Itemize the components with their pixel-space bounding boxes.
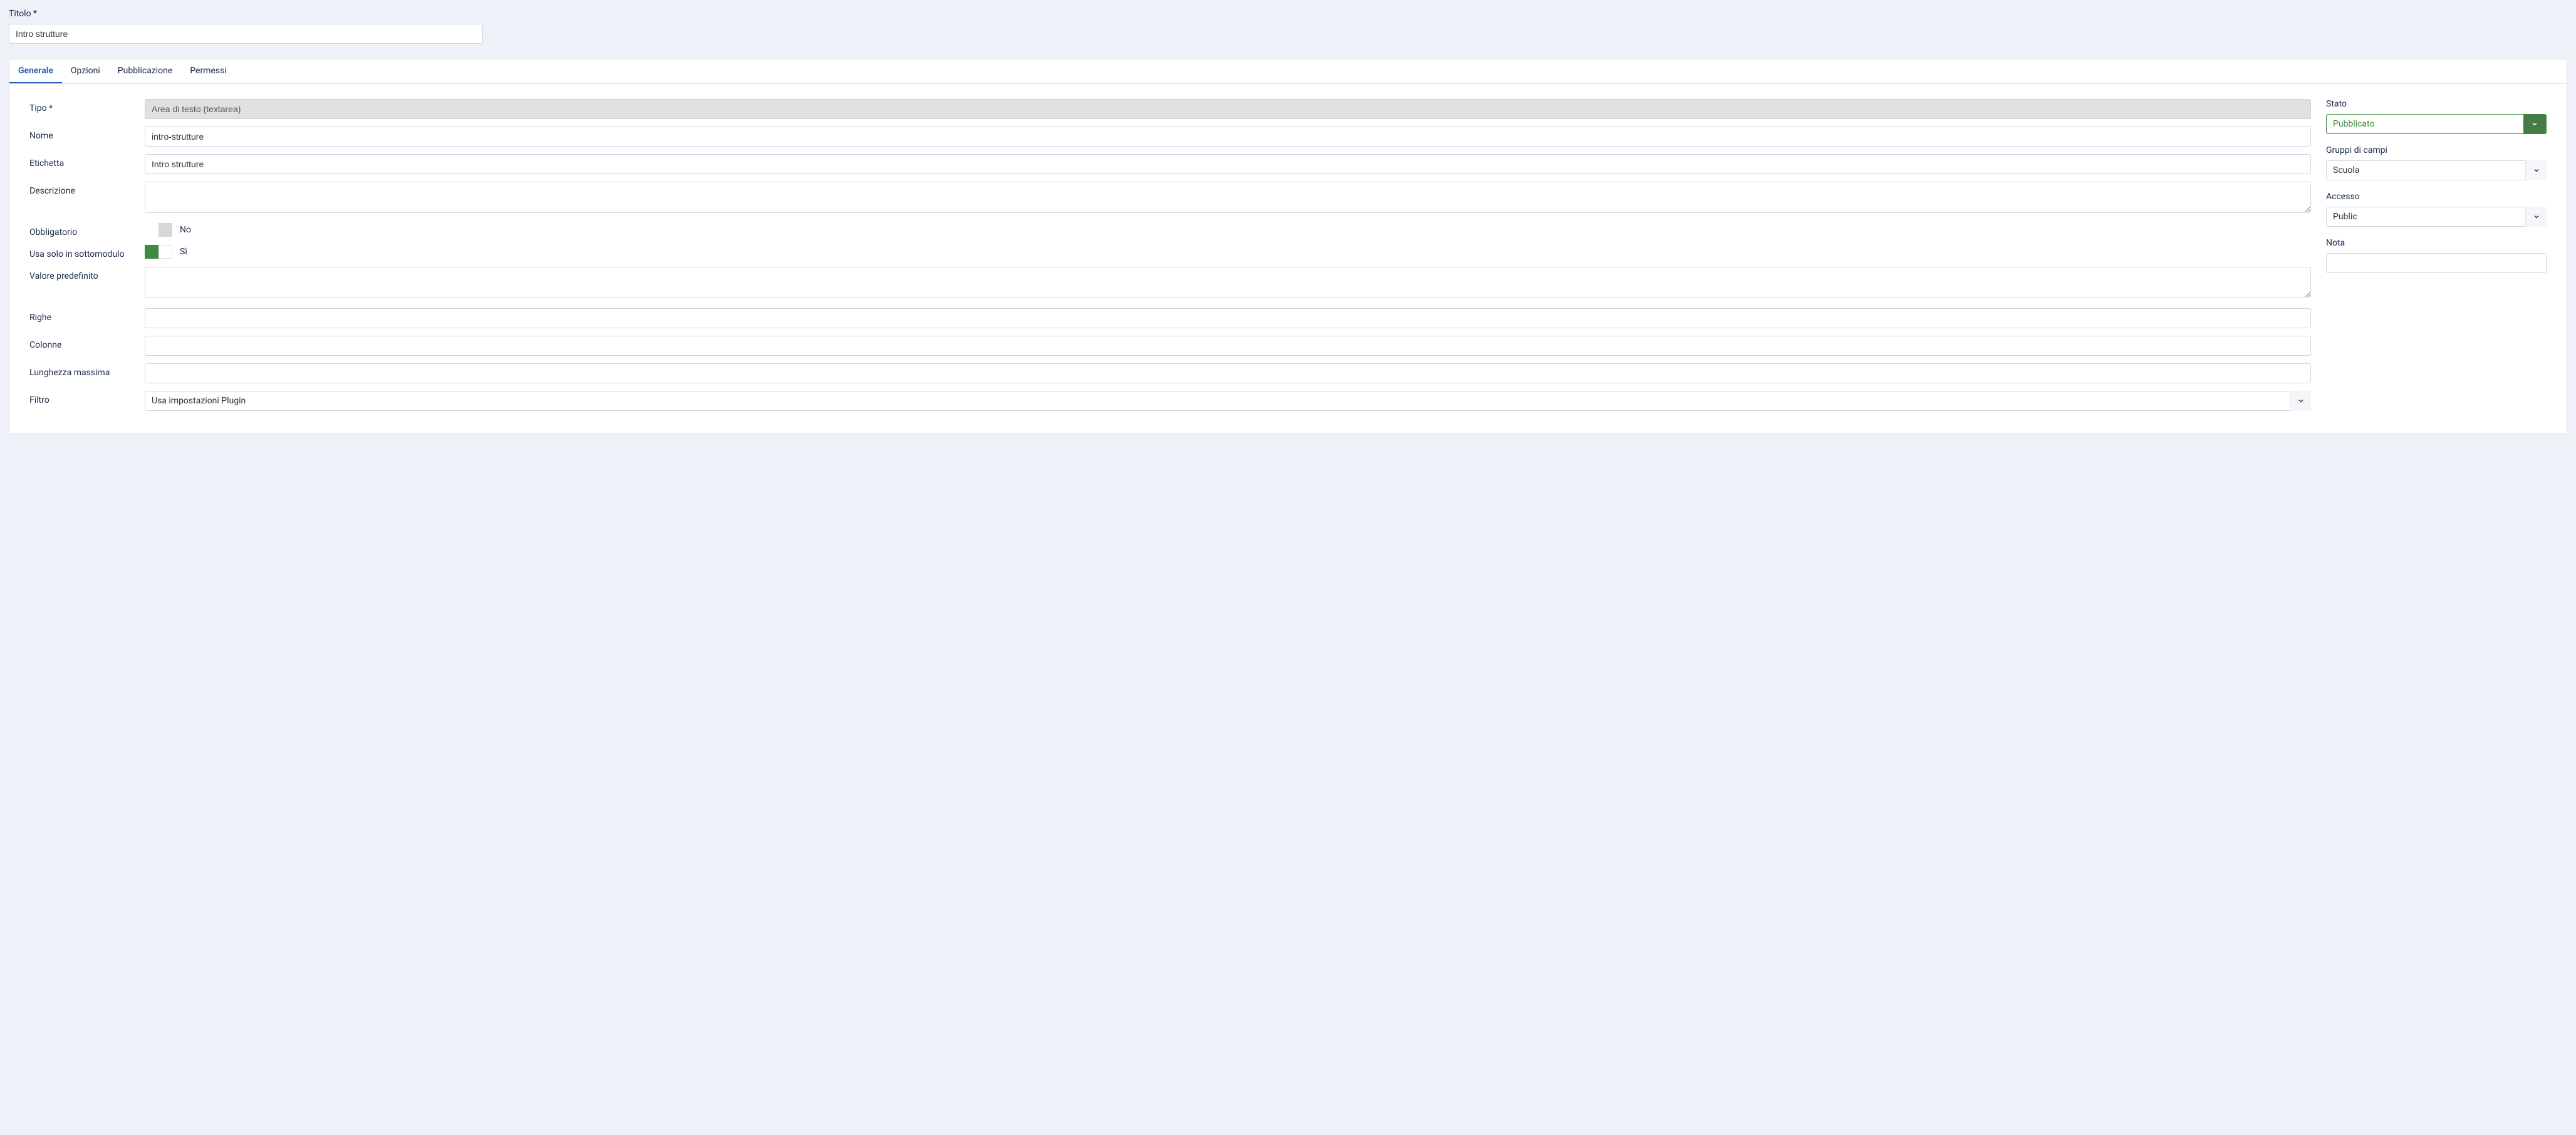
accesso-select[interactable]: Public bbox=[2326, 207, 2547, 227]
tipo-input bbox=[145, 99, 2311, 119]
etichetta-input[interactable] bbox=[145, 154, 2311, 174]
descrizione-label: Descrizione bbox=[29, 182, 145, 196]
tipo-label: Tipo * bbox=[29, 99, 145, 113]
tab-opzioni[interactable]: Opzioni bbox=[62, 60, 109, 83]
gruppi-value: Scuola bbox=[2333, 165, 2359, 175]
nome-label: Nome bbox=[29, 127, 145, 141]
righe-label: Righe bbox=[29, 308, 145, 323]
obbligatorio-label: Obbligatorio bbox=[29, 223, 145, 237]
filtro-select[interactable]: Usa impostazioni Plugin bbox=[145, 391, 2311, 411]
predefinito-textarea[interactable] bbox=[145, 267, 2311, 298]
gruppi-select[interactable]: Scuola bbox=[2326, 160, 2547, 180]
nome-input[interactable] bbox=[145, 127, 2311, 147]
tab-pubblicazione[interactable]: Pubblicazione bbox=[109, 60, 182, 83]
descrizione-textarea[interactable] bbox=[145, 182, 2311, 213]
stato-select[interactable]: Pubblicato bbox=[2326, 114, 2547, 134]
righe-input[interactable] bbox=[145, 308, 2311, 328]
filtro-label: Filtro bbox=[29, 391, 145, 405]
predefinito-label: Valore predefinito bbox=[29, 267, 145, 281]
chevron-down-icon bbox=[2525, 207, 2547, 227]
chevron-down-icon bbox=[2523, 115, 2546, 133]
form-main: Tipo * Nome Etichetta bbox=[29, 99, 2311, 411]
gruppi-label: Gruppi di campi bbox=[2326, 145, 2547, 155]
chevron-down-icon bbox=[2290, 391, 2311, 411]
colonne-input[interactable] bbox=[145, 336, 2311, 356]
accesso-label: Accesso bbox=[2326, 192, 2547, 202]
colonne-label: Colonne bbox=[29, 336, 145, 350]
sottomodulo-label: Usa solo in sottomodulo bbox=[29, 245, 145, 259]
stato-label: Stato bbox=[2326, 99, 2547, 109]
tab-generale[interactable]: Generale bbox=[9, 60, 62, 83]
lunghezza-label: Lunghezza massima bbox=[29, 363, 145, 378]
accesso-value: Public bbox=[2333, 212, 2357, 222]
obbligatorio-toggle[interactable] bbox=[145, 223, 172, 237]
sottomodulo-state: Sì bbox=[180, 247, 187, 257]
title-label: Titolo * bbox=[9, 9, 2567, 19]
title-input[interactable] bbox=[9, 24, 483, 44]
chevron-down-icon bbox=[2525, 160, 2547, 180]
tab-permessi[interactable]: Permessi bbox=[181, 60, 235, 83]
stato-value: Pubblicato bbox=[2327, 115, 2523, 133]
lunghezza-input[interactable] bbox=[145, 363, 2311, 383]
obbligatorio-state: No bbox=[180, 225, 191, 235]
etichetta-label: Etichetta bbox=[29, 154, 145, 168]
filtro-value: Usa impostazioni Plugin bbox=[152, 396, 246, 406]
form-card: Generale Opzioni Pubblicazione Permessi … bbox=[9, 59, 2567, 434]
tabs: Generale Opzioni Pubblicazione Permessi bbox=[9, 60, 2567, 84]
nota-input[interactable] bbox=[2326, 253, 2547, 273]
sottomodulo-toggle[interactable] bbox=[145, 245, 172, 259]
nota-label: Nota bbox=[2326, 238, 2547, 248]
form-sidebar: Stato Pubblicato Gruppi di campi Scuola bbox=[2326, 99, 2547, 411]
